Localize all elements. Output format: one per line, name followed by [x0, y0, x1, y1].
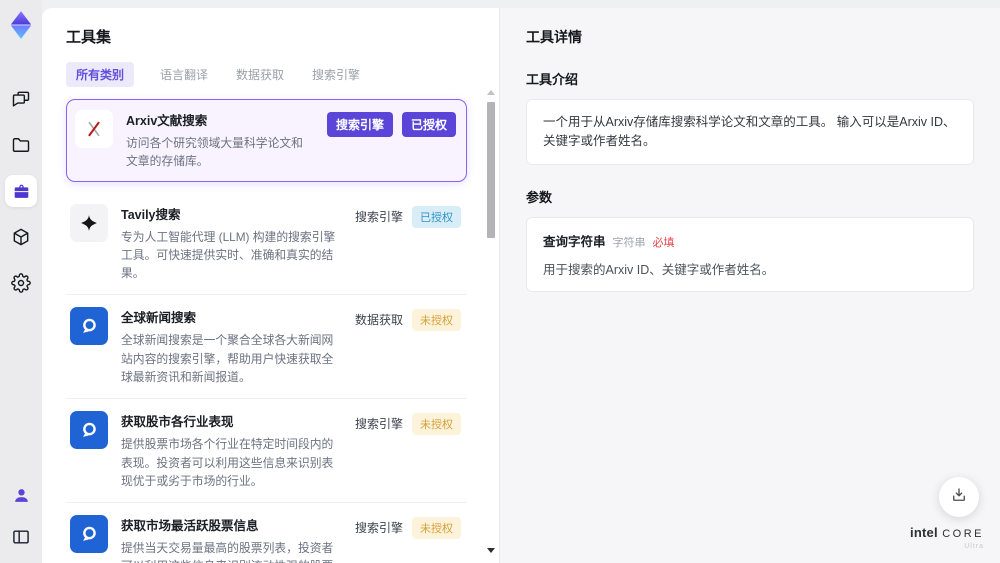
- tool-description: 提供当天交易量最高的股票列表，投资者可以利用这些信息来识别流动性强的股票和潜在的…: [121, 541, 334, 563]
- tool-description: 专为人工智能代理 (LLM) 构建的搜索引擎工具。可快速提供实时、准确和真实的结…: [121, 229, 336, 281]
- intro-card: 一个用于从Arxiv存储库搜索科学论文和文章的工具。 输入可以是Arxiv ID…: [526, 99, 974, 165]
- download-icon: [950, 486, 968, 509]
- param-required-badge: 必填: [652, 236, 675, 249]
- sidebar-bottom: [5, 479, 37, 553]
- category-tag: 搜索引擎: [354, 209, 403, 224]
- params-heading: 参数: [526, 189, 553, 205]
- app-logo-icon[interactable]: [7, 9, 35, 41]
- arxiv-icon: [88, 121, 100, 137]
- intro-text: 一个用于从Arxiv存储库搜索科学论文和文章的工具。 输入可以是Arxiv ID…: [543, 115, 956, 148]
- ultra-wordmark: Ultra: [964, 543, 984, 550]
- sidebar-item-chat[interactable]: [5, 83, 37, 115]
- intel-wordmark: intel: [910, 525, 938, 540]
- tool-icon: [75, 110, 113, 148]
- category-tag: 搜索引擎: [354, 417, 403, 432]
- tool-name: 获取股市各行业表现: [121, 415, 234, 430]
- tool-list-panel: 工具集 所有类别 语言翻译 数据获取 搜索引擎 Arxiv文献搜索 访问各个研究领域大…: [42, 8, 500, 563]
- sidebar-item-tools[interactable]: [5, 175, 37, 207]
- page-title: 工具集: [66, 29, 112, 46]
- tool-name: Arxiv文献搜索: [126, 114, 208, 128]
- user-icon: [12, 486, 31, 505]
- juhe-icon: [83, 423, 96, 438]
- tool-list: Arxiv文献搜索 访问各个研究领域大量科学论文和文章的存储库。 搜索引擎 已授…: [66, 99, 479, 563]
- status-badge: 未授权: [412, 517, 461, 540]
- core-wordmark: CORE: [942, 528, 984, 540]
- scrollbar-thumb[interactable]: [487, 102, 495, 238]
- download-button[interactable]: [939, 477, 979, 517]
- category-tab-2[interactable]: 数据获取: [234, 62, 286, 87]
- param-name: 查询字符串: [543, 234, 606, 249]
- tool-card[interactable]: Arxiv文献搜索 访问各个研究领域大量科学论文和文章的存储库。 搜索引擎 已授…: [66, 99, 467, 182]
- tool-description: 提供股票市场各个行业在特定时间段内的表现。投资者可以利用这些信息来识别表现优于或…: [121, 437, 334, 488]
- panel-icon: [11, 527, 31, 547]
- chat-icon: [11, 89, 31, 109]
- sidebar-item-user[interactable]: [5, 479, 37, 511]
- tool-card[interactable]: Tavily搜索 专为人工智能代理 (LLM) 构建的搜索引擎工具。可快速提供实…: [66, 192, 467, 296]
- tool-name: Tavily搜索: [121, 207, 181, 222]
- scrollbar[interactable]: [486, 86, 496, 557]
- category-tab-1[interactable]: 语言翻译: [158, 62, 210, 87]
- app-root: 工具集 所有类别 语言翻译 数据获取 搜索引擎 Arxiv文献搜索 访问各个研究领域大…: [0, 0, 1000, 563]
- tool-description: 全球新闻搜索是一个聚合全球各大新闻网站内容的搜索引擎，帮助用户快速获取全球最新资…: [121, 333, 334, 384]
- status-badge: 已授权: [401, 112, 456, 137]
- status-badge: 未授权: [412, 309, 461, 332]
- category-tag: 数据获取: [354, 313, 403, 328]
- tool-card[interactable]: 全球新闻搜索 全球新闻搜索是一个聚合全球各大新闻网站内容的搜索引擎，帮助用户快速…: [66, 295, 467, 400]
- main-panel: 工具集 所有类别 语言翻译 数据获取 搜索引擎 Arxiv文献搜索 访问各个研究领域大…: [42, 8, 1000, 563]
- sidebar-item-package[interactable]: [5, 221, 37, 253]
- params-list: 查询字符串 字符串 必填 用于搜索的Arxiv ID、关键字或作者姓名。: [526, 216, 974, 292]
- tool-name: 获取市场最活跃股票信息: [121, 519, 259, 534]
- scroll-up-arrow-icon[interactable]: [487, 90, 495, 95]
- param-description: 用于搜索的Arxiv ID、关键字或作者姓名。: [543, 262, 775, 277]
- param-type: 字符串: [612, 236, 646, 249]
- tool-detail-panel: 工具详情 工具介绍 一个用于从Arxiv存储库搜索科学论文和文章的工具。 输入可…: [500, 8, 1000, 563]
- category-tab-3[interactable]: 搜索引擎: [310, 62, 362, 87]
- category-tag: 搜索引擎: [354, 521, 403, 536]
- intro-heading: 工具介绍: [526, 72, 579, 87]
- sidebar-item-folder[interactable]: [5, 129, 37, 161]
- sidebar-item-panel-toggle[interactable]: [5, 521, 37, 553]
- category-tabs: 所有类别 语言翻译 数据获取 搜索引擎: [66, 62, 479, 87]
- status-badge: 未授权: [412, 413, 461, 436]
- tool-card[interactable]: 获取市场最活跃股票信息 提供当天交易量最高的股票列表，投资者可以利用这些信息来识…: [66, 503, 467, 563]
- juhe-icon: [83, 526, 96, 541]
- juhe-icon: [83, 319, 96, 334]
- detail-title: 工具详情: [526, 29, 582, 45]
- tavily-star-icon: [81, 214, 97, 231]
- sidebar: [0, 0, 42, 563]
- folder-icon: [11, 135, 31, 155]
- scroll-down-arrow-icon[interactable]: [487, 548, 495, 553]
- tool-description: 访问各个研究领域大量科学论文和文章的存储库。: [126, 136, 303, 169]
- sidebar-item-settings[interactable]: [5, 267, 37, 299]
- gear-icon: [11, 273, 31, 293]
- tool-icon: [70, 515, 108, 554]
- tool-name: 全球新闻搜索: [121, 311, 197, 326]
- briefcase-icon: [12, 182, 31, 201]
- tool-icon: [70, 411, 108, 450]
- tool-icon: [70, 307, 108, 346]
- status-badge: 已授权: [412, 205, 461, 228]
- intel-core-logo: intel CORE Ultra: [910, 524, 984, 550]
- category-tag: 搜索引擎: [326, 112, 393, 137]
- tool-icon: [70, 203, 108, 242]
- cube-icon: [11, 227, 31, 247]
- param-card: 查询字符串 字符串 必填 用于搜索的Arxiv ID、关键字或作者姓名。: [526, 216, 974, 292]
- sidebar-nav: [5, 83, 37, 299]
- category-tab-0[interactable]: 所有类别: [66, 62, 135, 87]
- tool-card[interactable]: 获取股市各行业表现 提供股票市场各个行业在特定时间段内的表现。投资者可以利用这些…: [66, 399, 467, 504]
